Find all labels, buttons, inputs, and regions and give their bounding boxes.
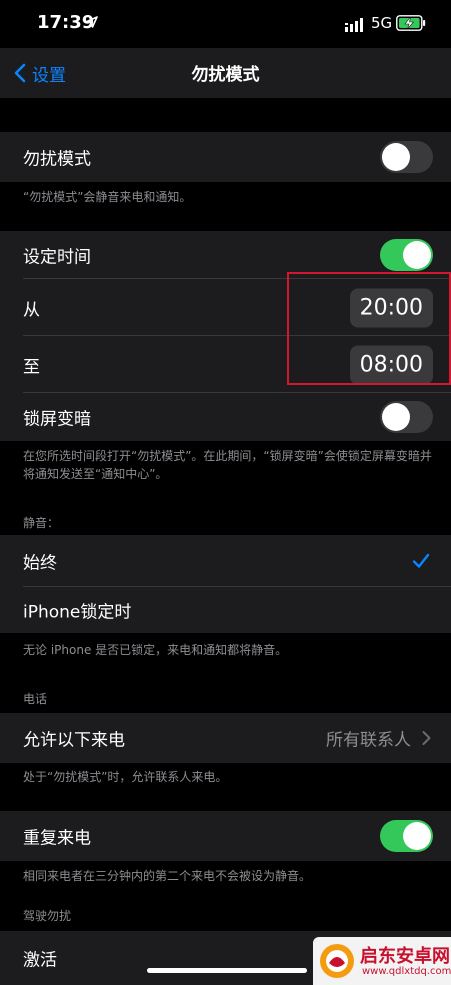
status-bar: 17:39 5G — [0, 0, 451, 48]
dnd-note: “勿扰模式”会静音来电和通知。 — [23, 190, 192, 204]
silence-always-row[interactable]: 始终 — [0, 535, 451, 587]
nav-bar: 设置 勿扰模式 — [0, 48, 451, 98]
driving-activate-label: 激活 — [23, 950, 57, 971]
scheduled-label: 设定时间 — [23, 247, 91, 268]
watermark-title: 启东安卓网 — [360, 946, 450, 967]
repeated-calls-note: 相同来电者在三分钟内的第二个来电不会被设为静音。 — [23, 869, 312, 883]
highlight-box — [287, 272, 451, 385]
repeated-calls-label: 重复来电 — [23, 828, 91, 849]
scheduled-toggle[interactable] — [380, 239, 433, 271]
page-title: 勿扰模式 — [191, 65, 260, 85]
repeated-calls-row: 重复来电 — [0, 811, 451, 861]
schedule-note: 在您所选时间段打开“勿扰模式”。在此期间，“锁屏变暗”会使锁定屏幕变暗并将通知发… — [23, 449, 432, 481]
repeated-calls-toggle[interactable] — [380, 820, 433, 852]
watermark: 启东安卓网 www.qdlxtdq.com — [313, 937, 451, 985]
silence-locked-label: iPhone锁定时 — [23, 602, 132, 623]
phone-header: 电话 — [23, 692, 48, 706]
dnd-toggle[interactable] — [380, 141, 433, 173]
watermark-logo-icon — [320, 944, 354, 978]
silence-note: 无论 iPhone 是否已锁定，来电和通知都将静音。 — [23, 643, 288, 657]
signal-icon — [345, 18, 363, 32]
dnd-label: 勿扰模式 — [23, 149, 91, 170]
dim-lock-screen-toggle[interactable] — [380, 401, 433, 433]
allow-calls-label: 允许以下来电 — [23, 730, 125, 751]
watermark-url: www.qdlxtdq.com — [362, 966, 451, 977]
dim-lock-screen-label: 锁屏变暗 — [23, 409, 91, 430]
driving-header: 驾驶勿扰 — [23, 909, 72, 923]
battery-charging-icon — [396, 15, 426, 31]
silence-locked-row[interactable]: iPhone锁定时 — [0, 587, 451, 633]
location-arrow-icon — [86, 16, 98, 28]
checkmark-icon — [412, 553, 430, 568]
network-type: 5G — [371, 14, 393, 32]
allow-calls-row[interactable]: 允许以下来电 所有联系人 — [0, 713, 451, 763]
chevron-right-icon — [422, 731, 431, 745]
to-label: 至 — [23, 357, 40, 377]
silence-always-label: 始终 — [23, 553, 57, 574]
silence-header: 静音： — [23, 516, 60, 530]
dnd-row: 勿扰模式 — [0, 132, 451, 182]
dim-lock-screen-row: 锁屏变暗 — [0, 393, 451, 441]
allow-calls-value: 所有联系人 — [326, 730, 411, 751]
allow-calls-note: 处于“勿扰模式”时，允许联系人来电。 — [23, 770, 228, 784]
from-label: 从 — [23, 300, 40, 320]
home-indicator — [147, 968, 307, 973]
